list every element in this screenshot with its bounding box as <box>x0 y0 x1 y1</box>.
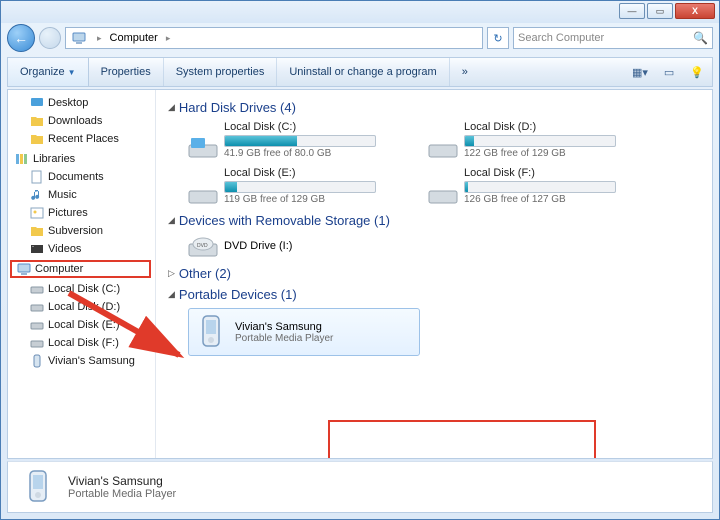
section-portable[interactable]: ◢Portable Devices (1) <box>168 287 700 302</box>
phone-icon <box>195 312 227 352</box>
videos-icon <box>30 242 44 256</box>
forward-button[interactable] <box>39 27 61 49</box>
toolbar: Organize ▼ Properties System properties … <box>7 57 713 87</box>
annotation-box <box>328 420 596 458</box>
desktop-icon <box>30 96 44 110</box>
maximize-button[interactable]: ▭ <box>647 3 673 19</box>
section-hard-disk-drives[interactable]: ◢Hard Disk Drives (4) <box>168 100 700 115</box>
dvd-icon: DVD <box>188 234 218 258</box>
properties-button[interactable]: Properties <box>89 58 164 86</box>
sidebar-item-downloads[interactable]: Downloads <box>8 112 155 130</box>
drive-f[interactable]: Local Disk (F:) 126 GB free of 127 GB <box>428 167 628 205</box>
drive-icon <box>188 181 218 205</box>
address-bar: ← ▸ Computer ▸ ↻ Search Computer 🔍 <box>7 23 713 53</box>
sidebar-item-desktop[interactable]: Desktop <box>8 94 155 112</box>
drive-e[interactable]: Local Disk (E:) 119 GB free of 129 GB <box>188 167 388 205</box>
phone-icon <box>30 354 44 368</box>
sidebar-item-pictures[interactable]: Pictures <box>8 204 155 222</box>
search-icon: 🔍 <box>693 31 708 45</box>
sidebar-item-documents[interactable]: Documents <box>8 168 155 186</box>
view-options-button[interactable]: ▦▾ <box>624 66 656 79</box>
chevron-right-icon: ▸ <box>164 33 173 44</box>
navigation-pane: Desktop Downloads Recent Places Librarie… <box>8 90 156 458</box>
expand-icon: ▷ <box>168 268 175 279</box>
drive-icon <box>30 318 44 332</box>
sidebar-item-samsung[interactable]: Vivian's Samsung <box>8 352 155 370</box>
drive-c[interactable]: Local Disk (C:) 41.9 GB free of 80.0 GB <box>188 121 388 159</box>
search-input[interactable]: Search Computer 🔍 <box>513 27 713 49</box>
sidebar-item-local-disk-c[interactable]: Local Disk (C:) <box>8 280 155 298</box>
details-pane: Vivian's Samsung Portable Media Player <box>7 461 713 513</box>
window-frame: — ▭ X ← ▸ Computer ▸ ↻ Search Computer 🔍… <box>0 0 720 520</box>
sidebar-item-libraries[interactable]: Libraries <box>8 150 155 168</box>
drive-icon <box>30 282 44 296</box>
collapse-icon: ◢ <box>168 102 175 113</box>
device-name: Vivian's Samsung <box>235 321 333 333</box>
close-button[interactable]: X <box>675 3 715 19</box>
folder-icon <box>30 132 44 146</box>
titlebar: — ▭ X <box>1 1 719 23</box>
svg-text:DVD: DVD <box>197 243 208 249</box>
collapse-icon: ◢ <box>168 289 175 300</box>
document-icon <box>30 170 44 184</box>
chevron-down-icon: ▼ <box>68 68 76 77</box>
sidebar-item-subversion[interactable]: Subversion <box>8 222 155 240</box>
uninstall-button[interactable]: Uninstall or change a program <box>277 58 449 86</box>
portable-device-samsung[interactable]: Vivian's Samsung Portable Media Player <box>188 308 420 356</box>
organize-button[interactable]: Organize ▼ <box>8 58 89 86</box>
collapse-icon: ◢ <box>168 215 175 226</box>
pictures-icon <box>30 206 44 220</box>
breadcrumb-item[interactable]: Computer <box>104 32 164 44</box>
drive-icon <box>30 336 44 350</box>
system-properties-button[interactable]: System properties <box>164 58 278 86</box>
sidebar-item-local-disk-e[interactable]: Local Disk (E:) <box>8 316 155 334</box>
chevron-right-icon: ▸ <box>95 33 104 44</box>
breadcrumb[interactable]: ▸ Computer ▸ <box>65 27 483 49</box>
content-area: Desktop Downloads Recent Places Librarie… <box>7 89 713 459</box>
music-icon <box>30 188 44 202</box>
drive-d[interactable]: Local Disk (D:) 122 GB free of 129 GB <box>428 121 628 159</box>
help-button[interactable]: 💡 <box>682 66 712 79</box>
section-other[interactable]: ▷Other (2) <box>168 266 700 281</box>
back-button[interactable]: ← <box>7 24 35 52</box>
main-pane: ◢Hard Disk Drives (4) Local Disk (C:) 41… <box>156 90 712 458</box>
computer-icon <box>72 31 86 45</box>
refresh-button[interactable]: ↻ <box>487 27 509 49</box>
more-button[interactable]: » <box>450 58 480 86</box>
section-removable[interactable]: ◢Devices with Removable Storage (1) <box>168 213 700 228</box>
sidebar-item-music[interactable]: Music <box>8 186 155 204</box>
sidebar-item-recent[interactable]: Recent Places <box>8 130 155 148</box>
details-name: Vivian's Samsung <box>68 474 176 488</box>
device-type: Portable Media Player <box>235 333 333 344</box>
folder-icon <box>30 114 44 128</box>
drive-icon <box>428 181 458 205</box>
dvd-drive[interactable]: DVD DVD Drive (I:) <box>188 234 388 258</box>
details-type: Portable Media Player <box>68 488 176 500</box>
sidebar-item-computer[interactable]: Computer <box>10 260 151 278</box>
preview-pane-button[interactable]: ▭ <box>656 66 682 79</box>
drive-icon <box>30 300 44 314</box>
libraries-icon <box>15 152 29 166</box>
search-placeholder: Search Computer <box>518 32 604 44</box>
sidebar-item-local-disk-f[interactable]: Local Disk (F:) <box>8 334 155 352</box>
minimize-button[interactable]: — <box>619 3 645 19</box>
sidebar-item-local-disk-d[interactable]: Local Disk (D:) <box>8 298 155 316</box>
computer-icon <box>17 262 31 276</box>
folder-icon <box>30 224 44 238</box>
sidebar-item-videos[interactable]: Videos <box>8 240 155 258</box>
phone-icon <box>18 467 58 507</box>
drive-icon <box>188 135 218 159</box>
drive-icon <box>428 135 458 159</box>
